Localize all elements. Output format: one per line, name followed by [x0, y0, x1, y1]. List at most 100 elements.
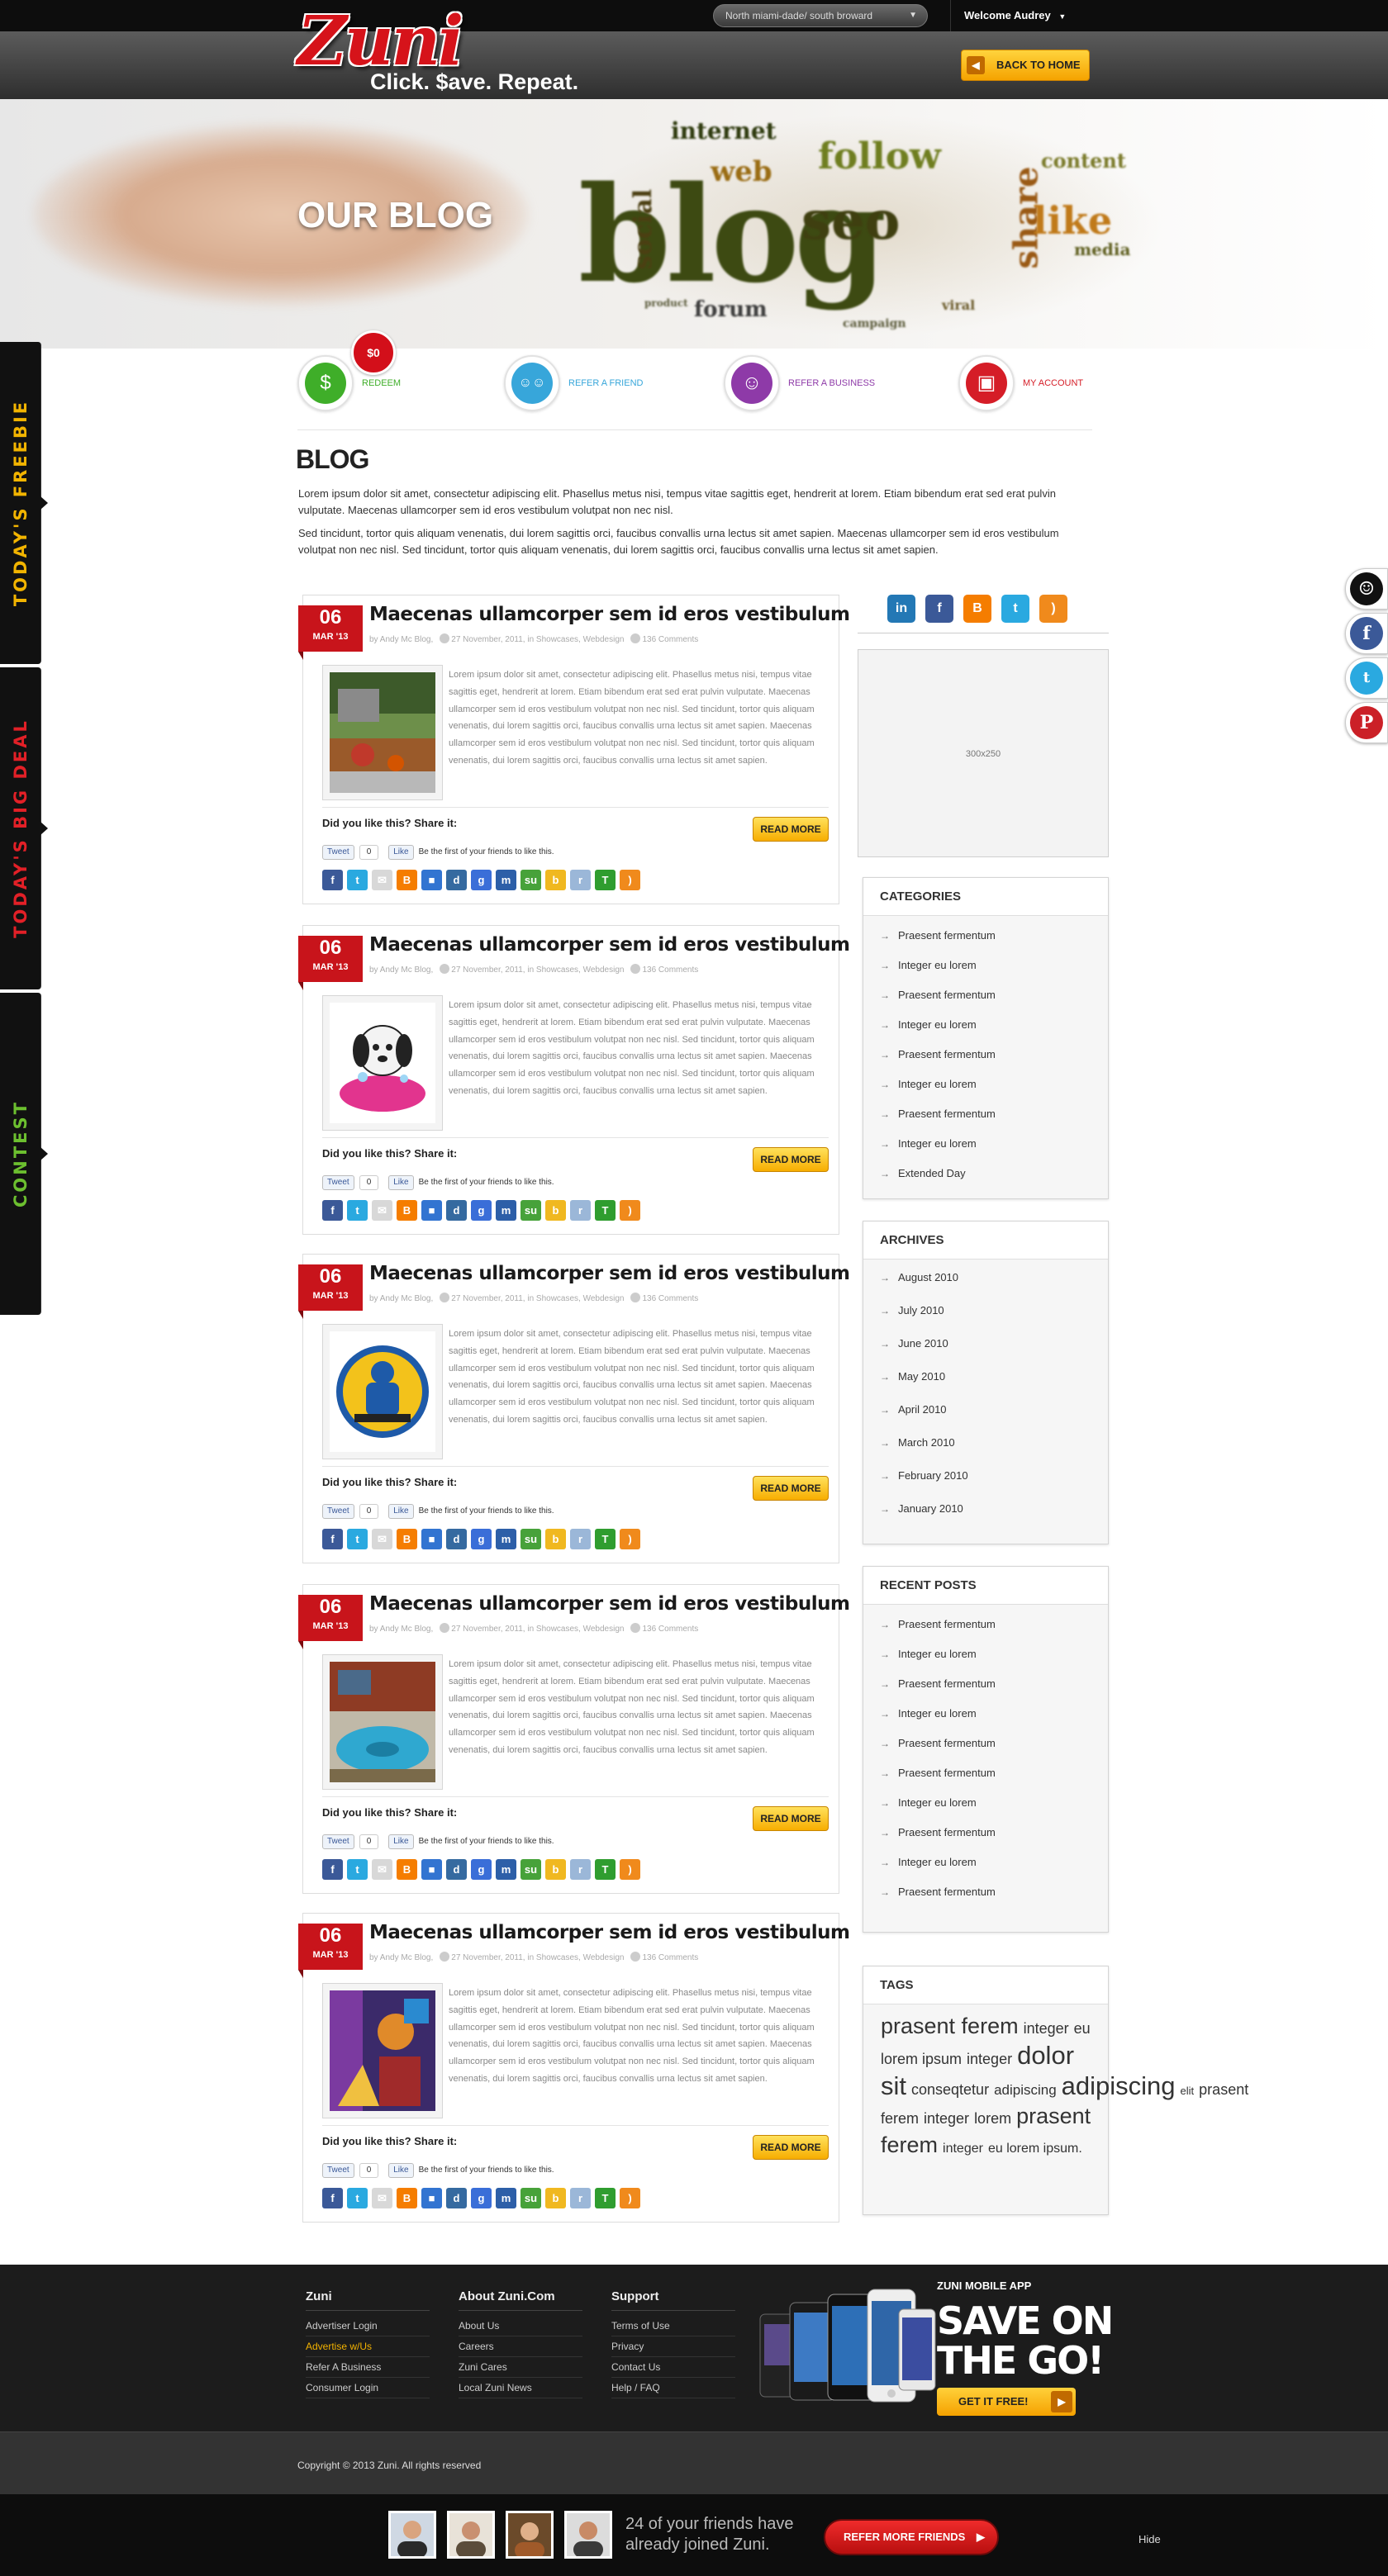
tag-link[interactable]: eu lorem ipsum. [988, 2142, 1082, 2156]
tweet-button[interactable]: Tweet [322, 845, 354, 860]
delicious-icon[interactable]: ■ [421, 870, 442, 890]
read-more-button[interactable]: READ MORE [753, 1147, 829, 1172]
digg-icon[interactable]: d [446, 870, 467, 890]
sidebar-link[interactable]: → January 2010 [880, 1502, 963, 1515]
sidebar-link[interactable]: → Integer eu lorem [880, 1648, 977, 1660]
location-select[interactable]: North miami-dade/ south broward ▼ [713, 4, 928, 27]
sidebar-link[interactable]: → Extended Day [880, 1167, 966, 1179]
stumbleupon-icon[interactable]: su [520, 1200, 541, 1221]
stumbleupon-icon[interactable]: su [520, 1529, 541, 1549]
reddit-icon[interactable]: r [570, 2188, 591, 2208]
footer-link[interactable]: Help / FAQ [611, 2378, 735, 2398]
google-icon[interactable]: g [471, 1529, 492, 1549]
blogger-icon[interactable]: B [397, 2188, 417, 2208]
technorati-icon[interactable]: T [595, 870, 616, 890]
ad-placeholder[interactable]: 300x250 [858, 649, 1109, 857]
footer-link[interactable]: Advertise w/Us [306, 2336, 430, 2357]
footer-link[interactable]: Privacy [611, 2336, 735, 2357]
sidebar-link[interactable]: → Integer eu lorem [880, 1856, 977, 1868]
technorati-icon[interactable]: T [595, 2188, 616, 2208]
buzz-icon[interactable]: b [545, 870, 566, 890]
twitter-icon[interactable]: t [347, 2188, 368, 2208]
post-comments[interactable]: 136 Comments [642, 635, 698, 644]
email-icon[interactable]: ✉ [372, 1200, 392, 1221]
digg-icon[interactable]: d [446, 1859, 467, 1880]
footer-link[interactable]: Refer A Business [306, 2357, 430, 2378]
side-tab-contest[interactable]: CONTEST [0, 993, 48, 1315]
google-icon[interactable]: g [471, 1200, 492, 1221]
sidebar-link[interactable]: → Integer eu lorem [880, 1707, 977, 1720]
like-button[interactable]: Like [388, 1504, 414, 1519]
tweet-button[interactable]: Tweet [322, 1504, 354, 1519]
post-comments[interactable]: 136 Comments [642, 1953, 698, 1962]
tag-link[interactable]: adipiscing [994, 2082, 1057, 2098]
post-title[interactable]: Maecenas ullamcorper sem id eros vestibu… [369, 1263, 850, 1284]
sidebar-link[interactable]: → May 2010 [880, 1370, 945, 1383]
rss-icon[interactable]: ) [620, 2188, 640, 2208]
tag-link[interactable]: integer [943, 2142, 983, 2156]
sidebar-link[interactable]: → April 2010 [880, 1403, 947, 1416]
sidebar-link[interactable]: → June 2010 [880, 1337, 948, 1350]
delicious-icon[interactable]: ■ [421, 1529, 442, 1549]
reddit-icon[interactable]: r [570, 1529, 591, 1549]
sidebar-link[interactable]: → Integer eu lorem [880, 959, 977, 971]
post-title[interactable]: Maecenas ullamcorper sem id eros vestibu… [369, 934, 850, 956]
read-more-button[interactable]: READ MORE [753, 1476, 829, 1501]
post-author[interactable]: by Andy Mc Blog, [369, 1294, 433, 1303]
floating-pinterest-button[interactable]: P [1345, 702, 1388, 743]
zuni-logo[interactable]: Zuni Click. $ave. Repeat. [296, 2, 601, 97]
sidebar-link[interactable]: → Praesent fermentum [880, 1618, 996, 1630]
footer-link[interactable]: Local Zuni News [459, 2378, 582, 2398]
back-to-home-button[interactable]: ◀ BACK TO HOME [961, 50, 1090, 81]
twitter-icon[interactable]: t [347, 1529, 368, 1549]
delicious-icon[interactable]: ■ [421, 1200, 442, 1221]
buzz-icon[interactable]: b [545, 1200, 566, 1221]
tag-link[interactable]: prasent ferem [881, 2014, 1019, 2038]
email-icon[interactable]: ✉ [372, 2188, 392, 2208]
post-title[interactable]: Maecenas ullamcorper sem id eros vestibu… [369, 1922, 850, 1943]
digg-icon[interactable]: d [446, 2188, 467, 2208]
post-author[interactable]: by Andy Mc Blog, [369, 1953, 433, 1962]
sidebar-link[interactable]: → Integer eu lorem [880, 1137, 977, 1150]
email-icon[interactable]: ✉ [372, 870, 392, 890]
sidebar-link[interactable]: → Praesent fermentum [880, 1108, 996, 1120]
sidebar-link[interactable]: → Integer eu lorem [880, 1018, 977, 1031]
sidebar-link[interactable]: → Praesent fermentum [880, 1767, 996, 1779]
footer-link[interactable]: Advertiser Login [306, 2316, 430, 2336]
footer-link[interactable]: Terms of Use [611, 2316, 735, 2336]
myspace-icon[interactable]: m [496, 1200, 516, 1221]
twitter-icon[interactable]: t [347, 1859, 368, 1880]
rss-icon[interactable]: ) [620, 870, 640, 890]
post-author[interactable]: by Andy Mc Blog, [369, 965, 433, 975]
post-author[interactable]: by Andy Mc Blog, [369, 635, 433, 644]
footer-link[interactable]: Consumer Login [306, 2378, 430, 2398]
digg-icon[interactable]: d [446, 1200, 467, 1221]
google-icon[interactable]: g [471, 1859, 492, 1880]
blogger-icon[interactable]: B [397, 1529, 417, 1549]
twitter-icon[interactable]: t [347, 1200, 368, 1221]
rss-icon[interactable]: ) [620, 1200, 640, 1221]
tag-link[interactable]: integer [967, 2051, 1012, 2067]
sidebar-link[interactable]: → Praesent fermentum [880, 1886, 996, 1898]
facebook-icon[interactable]: f [322, 1859, 343, 1880]
buzz-icon[interactable]: b [545, 2188, 566, 2208]
blogger-icon[interactable]: B [397, 1859, 417, 1880]
sidebar-link[interactable]: → Praesent fermentum [880, 989, 996, 1001]
myspace-icon[interactable]: m [496, 2188, 516, 2208]
twitter-icon[interactable]: t [1001, 595, 1029, 623]
facebook-icon[interactable]: f [322, 870, 343, 890]
refer-more-friends-button[interactable]: REFER MORE FRIENDS ▶ [824, 2519, 999, 2555]
reddit-icon[interactable]: r [570, 1859, 591, 1880]
email-icon[interactable]: ✉ [372, 1529, 392, 1549]
facebook-icon[interactable]: f [925, 595, 953, 623]
post-thumbnail[interactable] [322, 665, 443, 800]
post-title[interactable]: Maecenas ullamcorper sem id eros vestibu… [369, 604, 850, 625]
tweet-button[interactable]: Tweet [322, 1834, 354, 1849]
delicious-icon[interactable]: ■ [421, 2188, 442, 2208]
sidebar-link[interactable]: → February 2010 [880, 1469, 968, 1482]
sidebar-link[interactable]: → August 2010 [880, 1271, 958, 1283]
stumbleupon-icon[interactable]: su [520, 2188, 541, 2208]
floating-twitter-button[interactable]: t [1345, 657, 1388, 699]
read-more-button[interactable]: READ MORE [753, 2135, 829, 2160]
floating-refer-button[interactable]: ☺ [1345, 568, 1388, 610]
